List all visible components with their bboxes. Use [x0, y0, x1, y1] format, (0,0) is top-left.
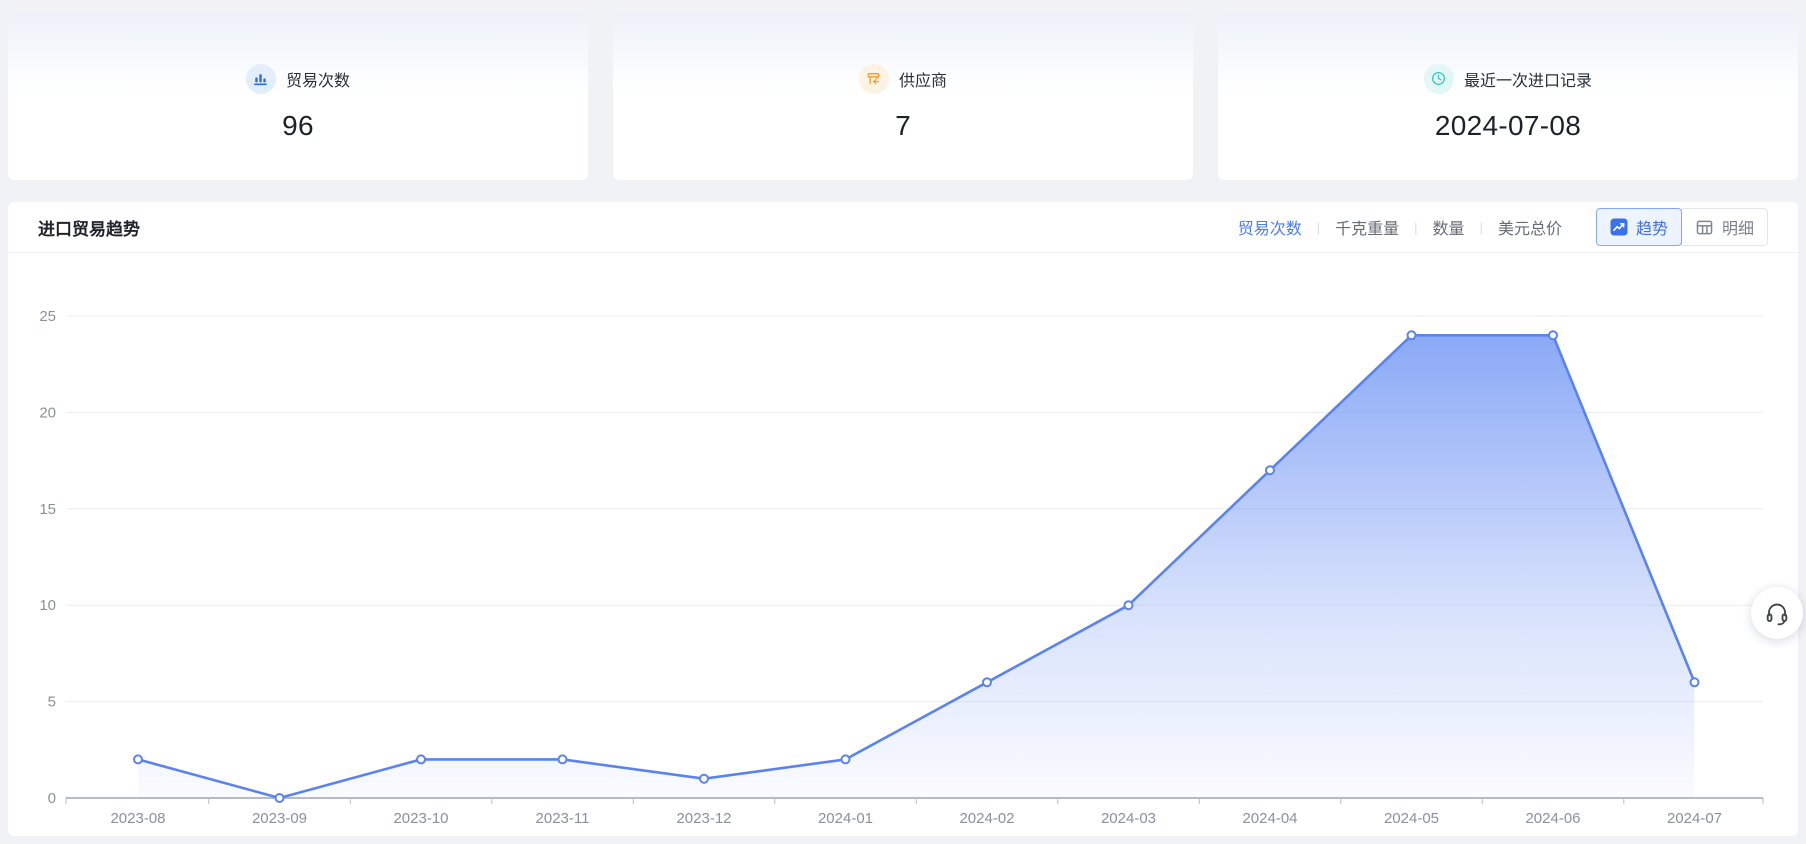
tab-separator: | [1317, 220, 1320, 235]
tab-separator: | [1414, 220, 1417, 235]
svg-text:2023-12: 2023-12 [676, 810, 731, 827]
view-toggle-group: 趋势 明细 [1596, 208, 1768, 246]
table-icon [1695, 218, 1714, 237]
headset-icon [1764, 600, 1790, 626]
stat-label: 供应商 [899, 67, 947, 91]
stat-card-suppliers: 供应商 7 [613, 11, 1193, 180]
svg-text:2024-06: 2024-06 [1525, 810, 1580, 827]
svg-text:2024-07: 2024-07 [1667, 810, 1722, 827]
metric-tabs: 贸易次数 | 千克重量 | 数量 | 美元总价 [1238, 215, 1562, 239]
x-axis [66, 798, 1763, 804]
stat-label: 贸易次数 [286, 67, 350, 91]
svg-text:5: 5 [48, 694, 56, 711]
detail-view-button[interactable]: 明细 [1681, 208, 1768, 246]
stats-row: 贸易次数 96 供应商 7 [0, 0, 1806, 180]
y-axis-labels: 0 5 10 15 20 25 [39, 308, 56, 807]
svg-text:2023-10: 2023-10 [393, 810, 448, 827]
clock-icon [1424, 64, 1454, 94]
stat-value: 96 [282, 110, 314, 142]
support-float-button[interactable] [1751, 587, 1803, 639]
svg-text:25: 25 [39, 308, 56, 325]
svg-text:2024-02: 2024-02 [959, 810, 1014, 827]
store-icon [859, 64, 889, 94]
stat-card-last-import: 最近一次进口记录 2024-07-08 [1218, 11, 1798, 180]
series-area [138, 335, 1695, 798]
trend-chart-svg: 05101520252023-082023-092023-102023-1120… [8, 253, 1798, 836]
stat-card-trade-count: 贸易次数 96 [8, 11, 588, 180]
metric-tab-trade-count[interactable]: 贸易次数 [1238, 215, 1302, 239]
trend-view-button[interactable]: 趋势 [1596, 208, 1682, 246]
view-button-label: 明细 [1722, 215, 1754, 239]
svg-text:2023-11: 2023-11 [536, 810, 590, 827]
stat-value: 7 [895, 110, 911, 142]
svg-text:15: 15 [39, 501, 56, 518]
bar-chart-icon [246, 64, 276, 94]
svg-text:2023-08: 2023-08 [110, 810, 165, 827]
svg-text:2023-09: 2023-09 [252, 810, 307, 827]
import-trend-card: 进口贸易趋势 贸易次数 | 千克重量 | 数量 | 美元总价 趋势 [8, 202, 1798, 836]
trend-chart[interactable]: 05101520252023-082023-092023-102023-1120… [8, 253, 1798, 836]
svg-text:2024-03: 2024-03 [1101, 810, 1156, 827]
stat-value: 2024-07-08 [1435, 110, 1581, 142]
metric-tab-kg-weight[interactable]: 千克重量 [1335, 215, 1399, 239]
metric-tab-quantity[interactable]: 数量 [1433, 215, 1465, 239]
svg-text:2024-01: 2024-01 [818, 810, 873, 827]
stat-label: 最近一次进口记录 [1464, 67, 1592, 91]
view-button-label: 趋势 [1636, 215, 1668, 239]
svg-text:0: 0 [48, 790, 56, 807]
svg-text:2024-05: 2024-05 [1384, 810, 1439, 827]
svg-text:20: 20 [39, 404, 56, 421]
chart-header: 进口贸易趋势 贸易次数 | 千克重量 | 数量 | 美元总价 趋势 [8, 202, 1798, 253]
svg-text:2024-04: 2024-04 [1242, 810, 1297, 827]
svg-text:10: 10 [39, 597, 56, 614]
chart-title: 进口贸易趋势 [38, 215, 140, 240]
trend-line-icon [1610, 218, 1628, 236]
tab-separator: | [1480, 220, 1483, 235]
metric-tab-usd-total[interactable]: 美元总价 [1498, 215, 1562, 239]
x-axis-labels: 2023-08 2023-09 2023-10 2023-11 2023-12 2024-… [110, 810, 1722, 827]
